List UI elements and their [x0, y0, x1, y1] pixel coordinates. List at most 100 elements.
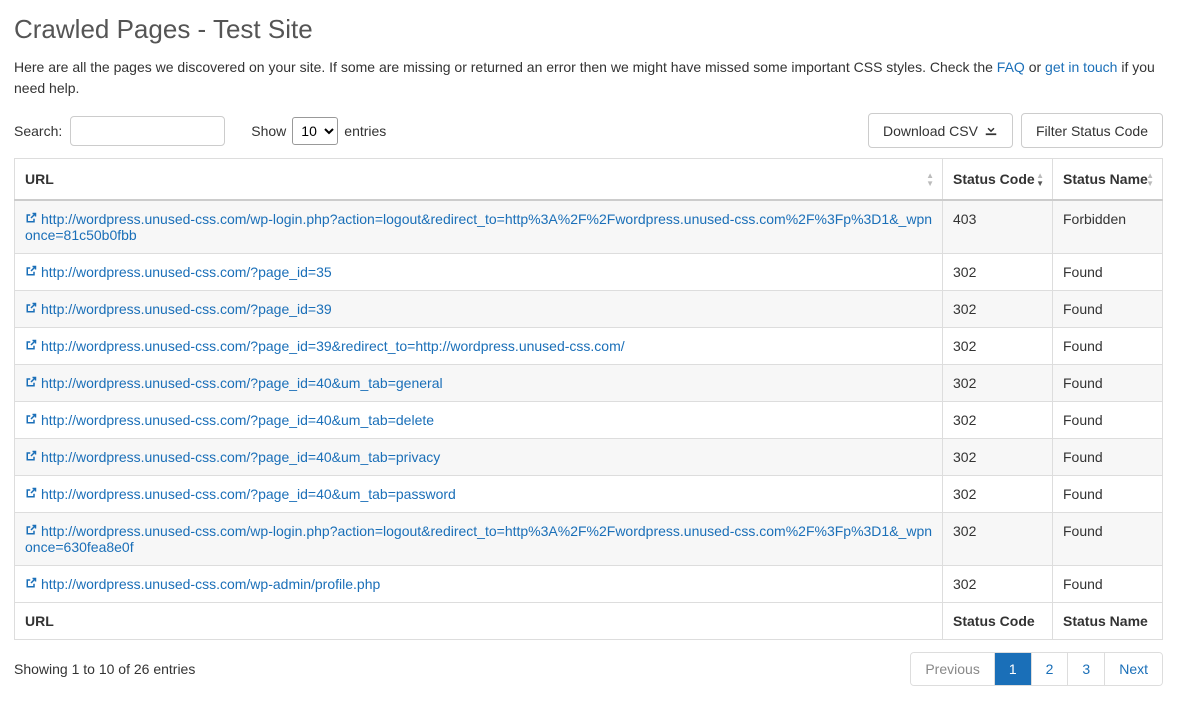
external-link-icon	[25, 449, 37, 465]
external-link-icon	[25, 375, 37, 391]
intro-mid: or	[1025, 59, 1045, 75]
cell-status-name: Found	[1053, 291, 1163, 328]
url-link[interactable]: http://wordpress.unused-css.com/wp-login…	[25, 523, 932, 555]
external-link-icon	[25, 523, 37, 539]
cell-status-name: Found	[1053, 402, 1163, 439]
page-title: Crawled Pages - Test Site	[14, 14, 1163, 45]
url-link[interactable]: http://wordpress.unused-css.com/wp-login…	[25, 211, 932, 243]
header-status-name[interactable]: Status Name	[1053, 159, 1163, 201]
table-row: http://wordpress.unused-css.com/wp-login…	[15, 513, 1163, 566]
url-link[interactable]: http://wordpress.unused-css.com/?page_id…	[41, 412, 434, 428]
table-header-row: URL Status Code Status Name	[15, 159, 1163, 201]
search-label: Search:	[14, 123, 62, 139]
table-row: http://wordpress.unused-css.com/?page_id…	[15, 439, 1163, 476]
cell-status-code: 302	[943, 566, 1053, 603]
search-input[interactable]	[70, 116, 225, 146]
cell-url: http://wordpress.unused-css.com/wp-login…	[15, 200, 943, 254]
cell-url: http://wordpress.unused-css.com/?page_id…	[15, 365, 943, 402]
footer-row: Showing 1 to 10 of 26 entries Previous 1…	[14, 652, 1163, 686]
cell-status-code: 302	[943, 254, 1053, 291]
cell-url: http://wordpress.unused-css.com/wp-admin…	[15, 566, 943, 603]
header-status-code-label: Status Code	[953, 171, 1035, 187]
external-link-icon	[25, 412, 37, 428]
url-link[interactable]: http://wordpress.unused-css.com/?page_id…	[41, 338, 625, 354]
cell-status-name: Found	[1053, 476, 1163, 513]
pagination-page[interactable]: 1	[995, 653, 1032, 685]
pagination: Previous 123Next	[910, 652, 1163, 686]
table-row: http://wordpress.unused-css.com/?page_id…	[15, 365, 1163, 402]
cell-status-code: 302	[943, 439, 1053, 476]
external-link-icon	[25, 486, 37, 502]
cell-url: http://wordpress.unused-css.com/?page_id…	[15, 291, 943, 328]
cell-status-code: 302	[943, 476, 1053, 513]
url-link[interactable]: http://wordpress.unused-css.com/?page_id…	[41, 264, 332, 280]
intro-before: Here are all the pages we discovered on …	[14, 59, 997, 75]
pagination-page[interactable]: 3	[1068, 653, 1105, 685]
url-link[interactable]: http://wordpress.unused-css.com/wp-admin…	[41, 576, 380, 592]
table-row: http://wordpress.unused-css.com/?page_id…	[15, 291, 1163, 328]
showing-entries: Showing 1 to 10 of 26 entries	[14, 661, 195, 677]
table-row: http://wordpress.unused-css.com/?page_id…	[15, 254, 1163, 291]
intro-text: Here are all the pages we discovered on …	[14, 57, 1163, 99]
faq-link[interactable]: FAQ	[997, 59, 1025, 75]
cell-status-name: Found	[1053, 513, 1163, 566]
external-link-icon	[25, 211, 37, 227]
cell-status-name: Found	[1053, 566, 1163, 603]
table-row: http://wordpress.unused-css.com/?page_id…	[15, 328, 1163, 365]
table-row: http://wordpress.unused-css.com/?page_id…	[15, 476, 1163, 513]
table-row: http://wordpress.unused-css.com/wp-admin…	[15, 566, 1163, 603]
get-in-touch-link[interactable]: get in touch	[1045, 59, 1117, 75]
show-entries-block: Show 10 entries	[251, 117, 386, 145]
cell-status-code: 302	[943, 513, 1053, 566]
filter-status-label: Filter Status Code	[1036, 123, 1148, 139]
footer-status-code: Status Code	[943, 603, 1053, 640]
cell-status-name: Forbidden	[1053, 200, 1163, 254]
sort-icon	[926, 171, 934, 187]
pagination-previous[interactable]: Previous	[911, 653, 994, 685]
controls-row: Search: Show 10 entries Download CSV Fil…	[14, 113, 1163, 148]
table-row: http://wordpress.unused-css.com/?page_id…	[15, 402, 1163, 439]
entries-select[interactable]: 10	[292, 117, 338, 145]
header-url-label: URL	[25, 171, 54, 187]
footer-url: URL	[15, 603, 943, 640]
external-link-icon	[25, 301, 37, 317]
controls-left: Search: Show 10 entries	[14, 116, 386, 146]
footer-status-name: Status Name	[1053, 603, 1163, 640]
show-label: Show	[251, 123, 286, 139]
url-link[interactable]: http://wordpress.unused-css.com/?page_id…	[41, 301, 332, 317]
external-link-icon	[25, 338, 37, 354]
cell-url: http://wordpress.unused-css.com/?page_id…	[15, 476, 943, 513]
download-csv-label: Download CSV	[883, 123, 978, 139]
crawled-pages-table: URL Status Code Status Name http://wordp…	[14, 158, 1163, 640]
download-csv-button[interactable]: Download CSV	[868, 113, 1013, 148]
download-icon	[984, 122, 998, 139]
cell-url: http://wordpress.unused-css.com/wp-login…	[15, 513, 943, 566]
cell-url: http://wordpress.unused-css.com/?page_id…	[15, 254, 943, 291]
cell-url: http://wordpress.unused-css.com/?page_id…	[15, 328, 943, 365]
cell-status-code: 302	[943, 365, 1053, 402]
entries-label: entries	[344, 123, 386, 139]
url-link[interactable]: http://wordpress.unused-css.com/?page_id…	[41, 449, 440, 465]
cell-url: http://wordpress.unused-css.com/?page_id…	[15, 439, 943, 476]
pagination-next[interactable]: Next	[1105, 653, 1162, 685]
cell-status-code: 302	[943, 328, 1053, 365]
pagination-page[interactable]: 2	[1032, 653, 1069, 685]
cell-status-name: Found	[1053, 439, 1163, 476]
sort-icon	[1036, 171, 1044, 187]
table-footer-row: URL Status Code Status Name	[15, 603, 1163, 640]
url-link[interactable]: http://wordpress.unused-css.com/?page_id…	[41, 486, 456, 502]
header-url[interactable]: URL	[15, 159, 943, 201]
cell-url: http://wordpress.unused-css.com/?page_id…	[15, 402, 943, 439]
cell-status-code: 302	[943, 291, 1053, 328]
cell-status-name: Found	[1053, 254, 1163, 291]
filter-status-code-button[interactable]: Filter Status Code	[1021, 113, 1163, 148]
url-link[interactable]: http://wordpress.unused-css.com/?page_id…	[41, 375, 443, 391]
sort-icon	[1146, 171, 1154, 187]
cell-status-code: 302	[943, 402, 1053, 439]
external-link-icon	[25, 576, 37, 592]
cell-status-name: Found	[1053, 328, 1163, 365]
header-status-code[interactable]: Status Code	[943, 159, 1053, 201]
header-status-name-label: Status Name	[1063, 171, 1148, 187]
cell-status-code: 403	[943, 200, 1053, 254]
controls-right: Download CSV Filter Status Code	[868, 113, 1163, 148]
